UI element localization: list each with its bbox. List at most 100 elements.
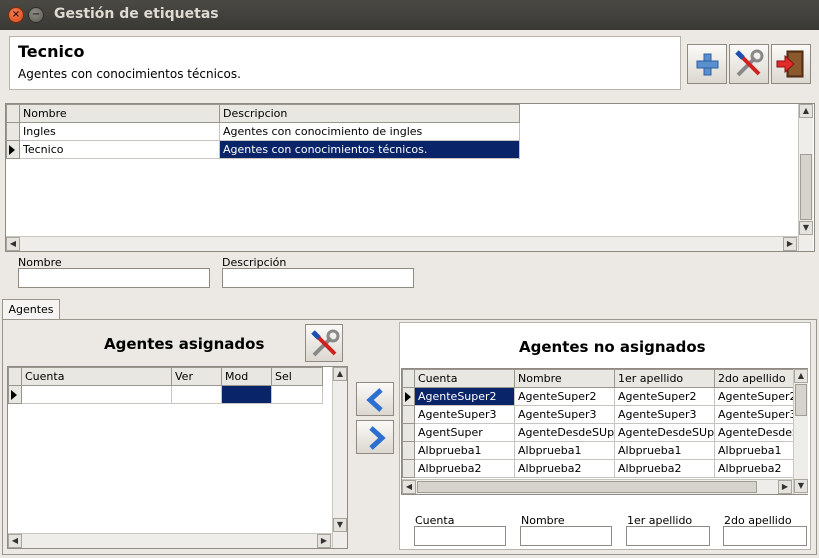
unassigned-horizontal-scrollbar[interactable]: ◀ ▶ [402,479,793,494]
surname2-cell[interactable]: Albprueba2 [714,459,794,478]
scroll-thumb[interactable] [795,384,807,416]
table-row[interactable]: AgenteSuper2 AgenteSuper2 AgenteSuper2 A… [402,387,794,406]
column-header-sel[interactable]: Sel [271,367,323,386]
surname1-cell[interactable]: AgenteDesdeSUpe [614,423,715,442]
mod-cell[interactable] [221,385,272,404]
column-header-cuenta[interactable]: Cuenta [414,369,515,388]
row-header[interactable] [402,441,415,460]
column-header-descripcion[interactable]: Descripcion [219,104,520,123]
current-row-icon [11,390,17,400]
scroll-down-icon[interactable]: ▼ [333,518,347,532]
column-header-ver[interactable]: Ver [171,367,222,386]
account-filter-input[interactable] [414,526,506,546]
name-cell[interactable]: AgenteDesdeSUpe [514,423,615,442]
row-header[interactable] [8,385,22,404]
surname1-filter-input[interactable] [626,526,710,546]
scroll-up-icon[interactable]: ▲ [333,367,347,381]
surname1-cell[interactable]: Albprueba2 [614,459,715,478]
surname2-cell[interactable]: Albprueba1 [714,441,794,460]
scroll-up-icon[interactable]: ▲ [794,369,808,383]
scroll-left-icon[interactable]: ◀ [8,534,22,548]
tag-name-cell[interactable]: Tecnico [19,140,220,159]
sel-cell[interactable] [271,385,323,404]
current-row-icon [405,392,411,402]
surname1-cell[interactable]: Albprueba1 [614,441,715,460]
tag-header: Tecnico Agentes con conocimientos técnic… [9,36,681,90]
scroll-up-icon[interactable]: ▲ [799,104,813,118]
edit-assigned-agents-button[interactable] [305,324,343,362]
edit-tag-button[interactable] [729,44,769,84]
row-header[interactable] [402,459,415,478]
surname2-filter-input[interactable] [723,526,807,546]
table-row[interactable]: Albprueba1 Albprueba1 Albprueba1 Albprue… [402,441,794,460]
column-header-mod[interactable]: Mod [221,367,272,386]
name-filter-input[interactable] [520,526,612,546]
assigned-vertical-scrollbar[interactable]: ▲ ▼ [332,367,347,548]
row-header-corner [6,104,20,123]
table-row[interactable]: Albprueba2 Albprueba2 Albprueba2 Albprue… [402,459,794,478]
column-header-cuenta[interactable]: Cuenta [21,367,172,386]
scroll-right-icon[interactable]: ▶ [778,480,792,494]
scroll-right-icon[interactable]: ▶ [317,534,331,548]
table-row[interactable]: Ingles Agentes con conocimiento de ingle… [6,122,520,141]
unassigned-vertical-scrollbar[interactable]: ▲ ▼ [793,369,808,494]
table-row[interactable]: AgentSuper AgenteDesdeSUpe AgenteDesdeSU… [402,423,794,442]
tag-description-cell[interactable]: Agentes con conocimientos técnicos. [219,140,520,159]
scroll-right-icon[interactable]: ▶ [783,237,797,251]
tag-description-filter-input[interactable] [222,268,414,288]
scroll-down-icon[interactable]: ▼ [794,479,808,493]
surname2-cell[interactable]: AgenteSuper2 [714,387,794,406]
row-header[interactable] [402,387,415,406]
tag-description: Agentes con conocimientos técnicos. [18,67,241,81]
row-header[interactable] [6,122,20,141]
scroll-left-icon[interactable]: ◀ [402,480,416,494]
account-cell[interactable]: AgenteSuper2 [414,387,515,406]
account-cell[interactable]: AgenteSuper3 [414,405,515,424]
name-cell[interactable]: AgenteSuper2 [514,387,615,406]
account-cell[interactable]: Albprueba1 [414,441,515,460]
table-row[interactable]: AgenteSuper3 AgenteSuper3 AgenteSuper3 A… [402,405,794,424]
account-cell[interactable]: AgentSuper [414,423,515,442]
minimize-window-button[interactable]: − [28,7,44,23]
chevron-right-icon [369,426,386,450]
row-header[interactable] [6,140,20,159]
unassign-agent-button[interactable] [356,420,394,454]
tags-horizontal-scrollbar[interactable]: ◀ ▶ [6,236,798,251]
row-header[interactable] [402,405,415,424]
surname1-cell[interactable]: AgenteSuper2 [614,387,715,406]
ver-cell[interactable] [171,385,222,404]
assign-agent-button[interactable] [356,382,394,416]
column-header-nombre[interactable]: Nombre [19,104,220,123]
name-cell[interactable]: Albprueba1 [514,441,615,460]
exit-button[interactable] [771,44,811,84]
column-header-2do-apellido[interactable]: 2do apellido [714,369,794,388]
tag-description-cell[interactable]: Agentes con conocimiento de ingles [219,122,520,141]
tag-name-cell[interactable]: Ingles [19,122,220,141]
scroll-thumb[interactable] [417,481,757,493]
current-row-icon [9,145,15,155]
name-cell[interactable]: Albprueba2 [514,459,615,478]
assigned-header-row: Cuenta Ver Mod Sel [8,367,323,386]
scroll-down-icon[interactable]: ▼ [799,221,813,235]
column-header-nombre[interactable]: Nombre [514,369,615,388]
scroll-left-icon[interactable]: ◀ [6,237,20,251]
row-header-corner [402,369,415,388]
column-header-1er-apellido[interactable]: 1er apellido [614,369,715,388]
tags-vertical-scrollbar[interactable]: ▲ ▼ [798,104,813,251]
surname2-cell[interactable]: AgenteDesdeS [714,423,794,442]
window-title: Gestión de etiquetas [54,6,219,22]
close-window-button[interactable]: × [8,7,24,23]
name-cell[interactable]: AgenteSuper3 [514,405,615,424]
table-row[interactable]: Tecnico Agentes con conocimientos técnic… [6,140,520,159]
surname1-cell[interactable]: AgenteSuper3 [614,405,715,424]
assigned-horizontal-scrollbar[interactable]: ◀ ▶ [8,533,332,548]
table-row[interactable] [8,385,323,404]
add-tag-button[interactable] [687,44,727,84]
surname2-cell[interactable]: AgenteSuper3 [714,405,794,424]
tab-agentes[interactable]: Agentes [2,299,60,320]
account-cell[interactable] [21,385,172,404]
tag-name-filter-input[interactable] [18,268,210,288]
scroll-thumb[interactable] [800,154,812,220]
account-cell[interactable]: Albprueba2 [414,459,515,478]
row-header[interactable] [402,423,415,442]
